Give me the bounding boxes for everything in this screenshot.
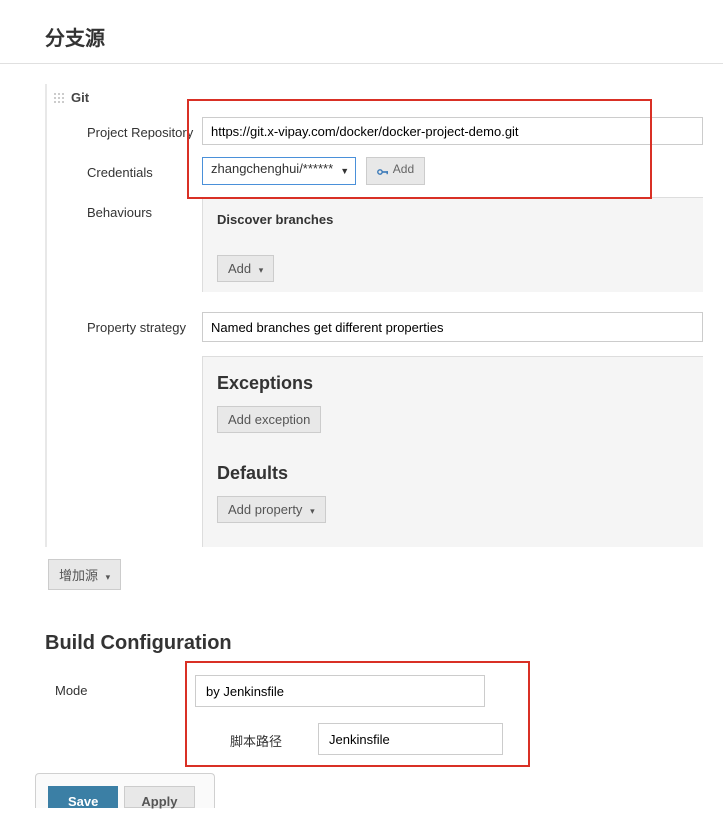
credentials-select[interactable]: zhangchenghui/****** [202, 157, 356, 185]
property-strategy-input[interactable] [202, 312, 703, 342]
drag-handle-icon[interactable] [53, 92, 65, 104]
behaviour-add-label: Add [228, 261, 251, 276]
exceptions-title: Exceptions [217, 373, 689, 394]
project-repository-input[interactable] [202, 117, 703, 145]
chevron-down-icon: ▾ [106, 572, 111, 582]
add-credentials-label: Add [393, 162, 414, 176]
save-button[interactable]: Save [48, 786, 118, 808]
add-property-button[interactable]: Add property ▾ [217, 496, 326, 523]
behaviours-label: Behaviours [47, 197, 202, 220]
mode-label: Mode [45, 675, 195, 707]
key-icon [377, 166, 389, 174]
chevron-down-icon: ▾ [310, 506, 315, 516]
credentials-label: Credentials [47, 157, 202, 180]
project-repository-label: Project Repository [47, 117, 202, 140]
add-source-label: 增加源 [59, 568, 98, 583]
git-label: Git [71, 90, 89, 105]
build-config-title: Build Configuration [0, 620, 723, 667]
script-path-label: 脚本路径 [230, 723, 310, 755]
add-credentials-button[interactable]: Add [366, 157, 425, 185]
chevron-down-icon: ▾ [259, 265, 264, 275]
add-source-button[interactable]: 增加源 ▾ [48, 559, 121, 590]
branch-sources-title: 分支源 [0, 10, 723, 64]
behaviour-add-button[interactable]: Add ▾ [217, 255, 274, 282]
defaults-title: Defaults [217, 463, 689, 484]
property-strategy-label: Property strategy [47, 312, 202, 335]
discover-branches-title: Discover branches [217, 208, 689, 237]
apply-button[interactable]: Apply [124, 786, 194, 808]
add-exception-button[interactable]: Add exception [217, 406, 321, 433]
add-property-label: Add property [228, 502, 302, 517]
mode-input[interactable] [195, 675, 485, 707]
script-path-input[interactable] [318, 723, 503, 755]
